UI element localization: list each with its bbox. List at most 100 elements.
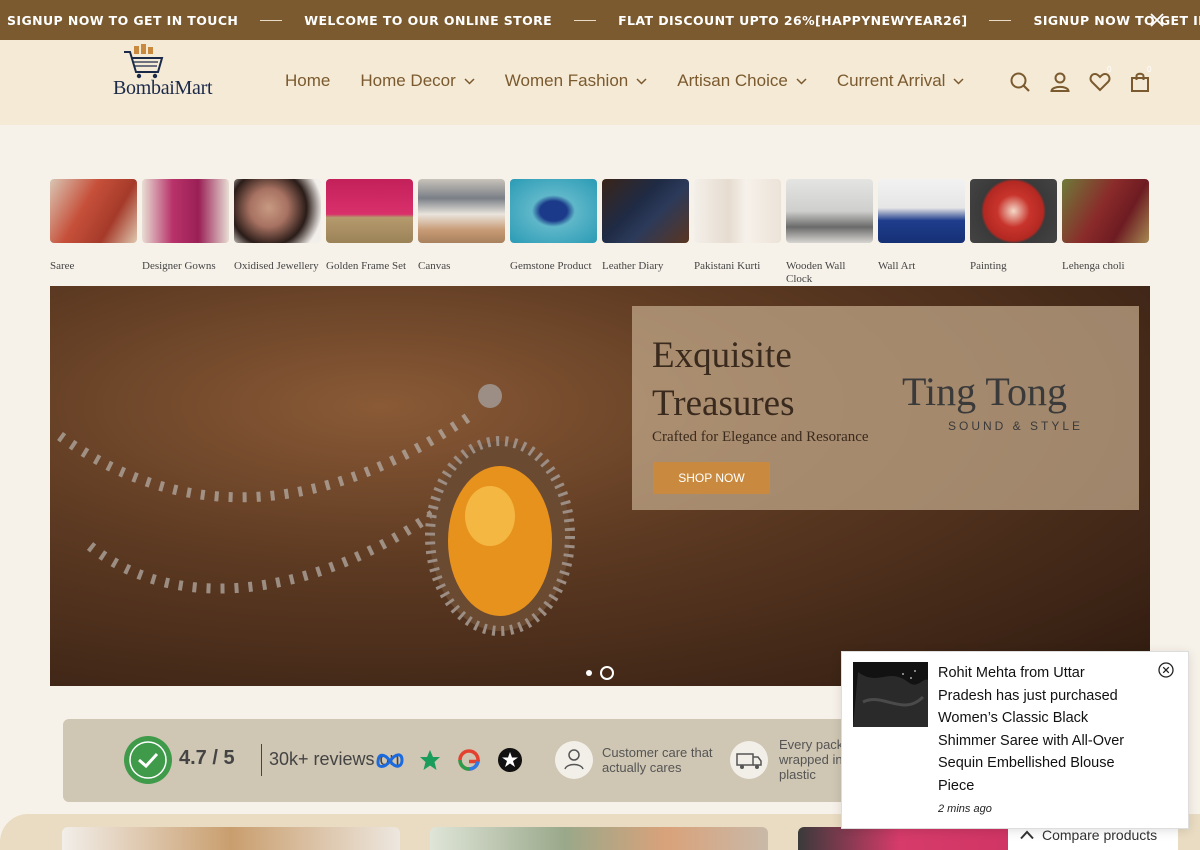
product-card[interactable] [430,827,768,850]
category-label: Wall Art [878,260,916,272]
category-label: Designer Gowns [142,260,216,272]
category-label: Oxidised Jewellery [234,260,319,272]
hero-heading-line: Exquisite [652,335,792,376]
announcement-separator [574,19,597,21]
hero-brand-name: Ting Tong [902,369,1068,414]
purchase-notification[interactable]: Rohit Mehta from Uttar Pradesh has just … [841,651,1189,829]
nav-current-arrival[interactable]: Current Arrival [837,71,965,91]
saree-thumbnail-image [853,662,928,727]
announcement-separator [989,19,1012,21]
hero-banner[interactable]: Exquisite Treasures Crafted for Elegance… [50,286,1150,686]
product-thumbnail [853,662,928,727]
announcement-message: SIGNUP NOW TO GET IN TOUCH [1033,12,1200,28]
nav-label: Women Fashion [504,71,629,90]
wishlist-icon[interactable] [1089,71,1111,93]
packaging-line: Every packa [779,737,851,752]
product-card[interactable] [62,827,400,850]
category-saree[interactable]: Saree [50,179,137,273]
chevron-down-icon [953,77,964,85]
category-image [694,179,781,243]
category-image [602,179,689,243]
category-label: Painting [970,260,1007,272]
shop-now-button[interactable]: SHOP NOW [653,462,770,494]
category-label: Golden Frame Set [326,260,407,272]
category-image [510,179,597,243]
announcement-marquee: SIGNUP NOW TO GET IN TOUCH WELCOME TO OU… [7,0,1200,40]
hero-brand-tagline: SOUND & STYLE [948,419,1084,433]
star-badge-icon [498,748,522,772]
meta-logo-icon [376,753,404,768]
trusted-badge-icon [124,736,172,784]
nav-women-fashion[interactable]: Women Fashion [505,71,647,91]
category-label: Lehenga choli [1062,260,1125,272]
chevron-down-icon [464,77,475,85]
nav-home-decor[interactable]: Home Decor [360,71,475,91]
cart-icon[interactable] [1129,71,1151,93]
hero-promo-panel: Exquisite Treasures Crafted for Elegance… [632,306,1139,510]
account-icon[interactable] [1049,71,1071,93]
wishlist-count-badge: 0 [1107,65,1112,74]
packaging-text: Every packa wrapped in plastic [779,737,851,782]
carousel-dots [586,666,614,680]
divider [261,744,262,776]
search-icon[interactable] [1009,71,1031,93]
hero-heading: Exquisite Treasures [652,332,795,428]
carousel-dot[interactable] [586,670,592,676]
delivery-truck-icon [730,741,768,779]
announcement-separator [260,19,283,21]
close-circle-icon[interactable] [1158,662,1174,678]
logo-text[interactable]: BombaiMart [113,77,213,100]
google-logo-icon [458,749,481,771]
site-header: BombaiMart Home Home Decor Women Fashion… [0,40,1200,125]
customer-care-line: Customer care that [602,745,713,760]
packaging-line: wrapped in [779,752,843,767]
nav-label: Current Arrival [836,71,946,90]
customer-care-text: Customer care that actually cares [602,745,713,775]
rating-text: 4.7 / 5 [179,747,235,769]
notification-message: Rohit Mehta from Uttar Pradesh has just … [938,665,1125,794]
nav-label: Artisan Choice [677,71,788,90]
trustpilot-star-icon [420,750,440,770]
chevron-down-icon [636,77,647,85]
category-canvas[interactable]: Canvas [418,179,505,273]
category-image [970,179,1057,243]
category-image [878,179,965,243]
category-label: Pakistani Kurti [694,260,761,272]
cart-count-badge: 0 [1147,65,1152,74]
necklace-illustration [57,384,575,636]
nav-home[interactable]: Home [285,71,330,91]
announcement-message: FLAT DISCOUNT UPTO 26%[HAPPYNEWYEAR26] [618,12,968,28]
main-nav: Home Home Decor Women Fashion Artisan Ch… [285,71,994,91]
chevron-up-icon [1020,830,1034,840]
category-lehenga-choli[interactable]: Lehenga choli [1062,179,1149,273]
category-wooden-wall-clock[interactable]: Wooden Wall Clock [786,179,873,286]
compare-products-label: Compare products [1042,827,1158,843]
notification-time: 2 mins ago [938,803,992,815]
packaging-line: plastic [779,767,816,782]
category-label: Wooden Wall Clock [786,260,846,285]
carousel-dot-active[interactable] [600,666,614,680]
announcement-message: SIGNUP NOW TO GET IN TOUCH [7,12,239,28]
nav-artisan-choice[interactable]: Artisan Choice [677,71,807,91]
customer-care-line: actually cares [602,760,682,775]
chevron-down-icon [796,77,807,85]
category-image [418,179,505,243]
category-wall-art[interactable]: Wall Art [878,179,965,273]
announcement-message: WELCOME TO OUR ONLINE STORE [304,12,553,28]
category-leather-diary[interactable]: Leather Diary [602,179,689,273]
category-painting[interactable]: Painting [970,179,1057,273]
category-image [50,179,137,243]
customer-care-icon [555,741,593,779]
category-gemstone-product[interactable]: Gemstone Product [510,179,597,273]
category-pakistani-kurti[interactable]: Pakistani Kurti [694,179,781,273]
category-designer-gowns[interactable]: Designer Gowns [142,179,229,273]
category-image [786,179,873,243]
category-image [326,179,413,243]
category-golden-frame-set[interactable]: Golden Frame Set [326,179,413,273]
hero-subheading: Crafted for Elegance and Resorance [652,429,869,445]
category-label: Leather Diary [602,260,664,272]
close-icon[interactable] [1148,11,1166,29]
category-strip: Saree Designer Gowns Oxidised Jewellery … [50,179,1150,289]
category-oxidised-jewellery[interactable]: Oxidised Jewellery [234,179,321,273]
category-image [234,179,321,243]
